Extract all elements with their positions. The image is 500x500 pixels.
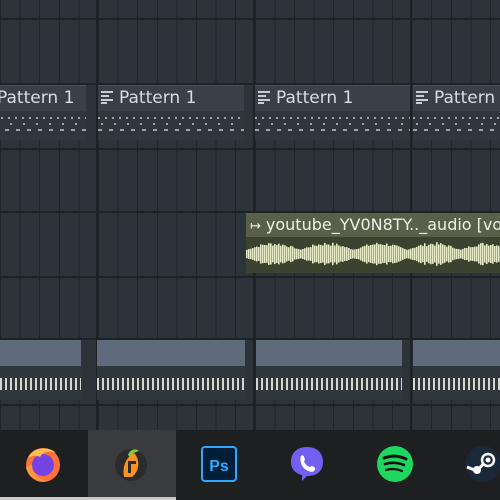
pattern-clip-notes — [255, 111, 410, 140]
taskbar: Ps — [0, 430, 500, 500]
audio-waveform — [246, 242, 500, 266]
playlist-area[interactable]: Pattern 1 Pattern 1 Pattern 1 Pattern ↦ y… — [0, 0, 500, 430]
pattern-icon — [101, 91, 113, 104]
pattern-clip-label: Pattern — [434, 88, 496, 108]
pattern-block[interactable] — [256, 340, 402, 400]
pattern-clip-header[interactable]: Pattern 1 — [255, 85, 410, 111]
taskbar-viber[interactable] — [264, 430, 352, 500]
pattern-clip-notes — [413, 111, 500, 140]
pattern-clip-notes — [98, 111, 244, 140]
viber-icon — [291, 447, 323, 481]
photoshop-icon: Ps — [201, 446, 237, 482]
taskbar-spotify[interactable] — [352, 430, 440, 500]
pattern-clip-label: Pattern 1 — [0, 88, 75, 108]
pattern-icon — [258, 91, 270, 104]
taskbar-steam[interactable] — [440, 430, 500, 500]
pattern-clip[interactable]: Pattern 1 — [98, 85, 244, 140]
track-separator — [0, 148, 500, 150]
pattern-clip-label: Pattern 1 — [119, 88, 197, 108]
pattern-clip-header[interactable]: Pattern 1 — [0, 85, 86, 111]
audio-clip-icon: ↦ — [250, 219, 261, 234]
spotify-icon — [377, 446, 413, 482]
taskbar-photoshop[interactable]: Ps — [176, 430, 264, 500]
track-separator — [0, 276, 500, 278]
firefox-icon — [26, 448, 60, 482]
pattern-clip[interactable]: Pattern 1 — [255, 85, 410, 140]
pattern-clip-header[interactable]: Pattern — [413, 85, 500, 111]
audio-clip-header[interactable]: ↦ youtube_YV0N8TY.._audio [vo — [246, 213, 500, 237]
track-separator — [0, 404, 500, 406]
pattern-block[interactable] — [413, 340, 500, 400]
audio-clip[interactable]: ↦ youtube_YV0N8TY.._audio [vo — [246, 213, 500, 273]
steam-icon — [465, 446, 500, 482]
pattern-clip-notes — [0, 111, 86, 140]
pattern-icon — [416, 91, 428, 104]
photoshop-icon-glyph: Ps — [209, 458, 229, 475]
pattern-clip[interactable]: Pattern — [413, 85, 500, 140]
pattern-clip[interactable]: Pattern 1 — [0, 85, 86, 140]
pattern-clip-label: Pattern 1 — [276, 88, 354, 108]
audio-clip-label: youtube_YV0N8TY.._audio [vo — [265, 215, 500, 234]
pattern-block[interactable] — [0, 340, 81, 400]
taskbar-firefox[interactable] — [0, 430, 88, 500]
track-separator — [0, 18, 500, 20]
pattern-block[interactable] — [97, 340, 245, 400]
fl-studio-icon — [115, 449, 147, 481]
pattern-clip-header[interactable]: Pattern 1 — [98, 85, 244, 111]
taskbar-fl-studio[interactable] — [88, 430, 176, 500]
